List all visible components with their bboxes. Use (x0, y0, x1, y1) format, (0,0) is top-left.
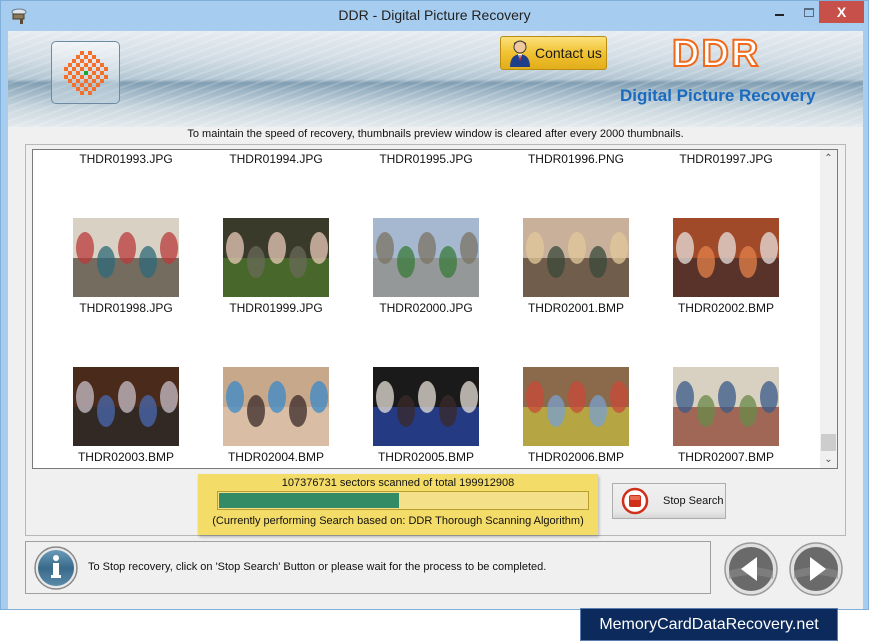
product-name: Digital Picture Recovery (620, 86, 816, 105)
thumbnail-item[interactable]: THDR01996.PNG (501, 152, 651, 166)
thumbnail-image (523, 367, 629, 446)
thumbnail-item[interactable]: THDR01993.JPG (51, 152, 201, 166)
thumbnail-image (373, 367, 479, 446)
scroll-down-icon[interactable]: ⌄ (820, 451, 837, 468)
thumbnail-item[interactable]: THDR01997.JPG (651, 152, 801, 166)
thumbnail-filename: THDR01997.JPG (679, 152, 773, 166)
thumbnail-image (73, 218, 179, 297)
thumbnail-filename: THDR02005.BMP (377, 450, 475, 464)
thumbnail-item[interactable]: THDR02002.BMP (651, 218, 801, 315)
thumbnail-item[interactable]: THDR02000.JPG (351, 218, 501, 315)
status-bar: To Stop recovery, click on 'Stop Search'… (25, 541, 711, 594)
thumbnail-item[interactable]: THDR02001.BMP (501, 218, 651, 315)
app-window: DDR - Digital Picture Recovery X Contact… (0, 0, 869, 610)
scan-progress-panel: 107376731 sectors scanned of total 19991… (198, 474, 598, 535)
stop-icon (621, 487, 649, 515)
thumbnail-filename: THDR02000.JPG (379, 301, 473, 315)
next-button[interactable] (788, 541, 844, 597)
thumbnail-filename: THDR02006.BMP (527, 450, 625, 464)
thumbnail-item[interactable]: THDR02003.BMP (51, 367, 201, 464)
thumbnail-filename: THDR02003.BMP (77, 450, 175, 464)
thumbnail-filename: THDR01993.JPG (79, 152, 173, 166)
sectors-scanned-text: 107376731 sectors scanned of total 19991… (281, 477, 515, 489)
thumbnail-image (673, 218, 779, 297)
maximize-icon (804, 7, 814, 17)
header-banner: Contact us DDR Digital Picture Recovery (8, 31, 863, 127)
thumbnail-item[interactable]: THDR02004.BMP (201, 367, 351, 464)
close-button[interactable]: X (819, 1, 864, 23)
thumbnail-image (223, 218, 329, 297)
stop-search-button[interactable]: Stop Search (612, 483, 726, 519)
thumbnail-preview-panel[interactable]: THDR01993.JPG THDR01994.JPG THDR01995.JPG T… (32, 149, 838, 469)
thumbnail-filename: THDR01996.PNG (527, 152, 625, 166)
algorithm-text: (Currently performing Search based on: D… (212, 515, 584, 527)
client-area: Contact us DDR Digital Picture Recovery … (8, 31, 863, 609)
thumbnail-item[interactable]: THDR02005.BMP (351, 367, 501, 464)
thumbnail-item[interactable]: THDR01998.JPG (51, 218, 201, 315)
website-watermark: MemoryCardDataRecovery.net (580, 608, 838, 641)
thumbnail-filename: THDR01995.JPG (379, 152, 473, 166)
thumbnail-image (673, 367, 779, 446)
contact-us-label: Contact us (535, 45, 602, 61)
thumbnail-filename: THDR02004.BMP (227, 450, 325, 464)
thumbnail-item[interactable]: THDR01994.JPG (201, 152, 351, 166)
vertical-scrollbar[interactable]: ⌃ ⌄ (820, 150, 837, 468)
thumbnail-filename: THDR02007.BMP (677, 450, 775, 464)
thumbnail-notice: To maintain the speed of recovery, thumb… (187, 128, 684, 140)
thumbnail-image (73, 367, 179, 446)
person-icon (510, 40, 530, 67)
progress-fill (219, 493, 399, 508)
thumbnail-filename: THDR01999.JPG (229, 301, 323, 315)
thumbnail-item[interactable]: THDR02006.BMP (501, 367, 651, 464)
ddr-logo-text: DDR (671, 32, 761, 76)
contact-us-button[interactable]: Contact us (500, 36, 607, 70)
minimize-icon (774, 14, 784, 16)
thumbnail-item[interactable]: THDR01999.JPG (201, 218, 351, 315)
stop-search-label: Stop Search (663, 495, 724, 507)
scroll-up-icon[interactable]: ⌃ (820, 150, 837, 167)
minimize-button[interactable] (766, 1, 792, 23)
thumbnail-filename: THDR01998.JPG (79, 301, 173, 315)
thumbnail-filename: THDR02002.BMP (677, 301, 775, 315)
thumbnail-filename: THDR02001.BMP (527, 301, 625, 315)
title-bar[interactable]: DDR - Digital Picture Recovery X (1, 1, 868, 31)
back-button[interactable] (723, 541, 779, 597)
thumbnail-image (223, 367, 329, 446)
scroll-thumb[interactable] (821, 434, 836, 451)
info-icon (34, 546, 78, 590)
thumbnail-filename: THDR01994.JPG (229, 152, 323, 166)
status-message: To Stop recovery, click on 'Stop Search'… (88, 561, 547, 573)
checker-logo-icon (63, 50, 108, 95)
scan-progress-bar (217, 491, 589, 510)
thumbnail-image (523, 218, 629, 297)
close-icon: X (836, 4, 847, 20)
thumbnail-item[interactable]: THDR02007.BMP (651, 367, 801, 464)
thumbnail-item[interactable]: THDR01995.JPG (351, 152, 501, 166)
window-title: DDR - Digital Picture Recovery (338, 7, 531, 23)
thumbnail-image (373, 218, 479, 297)
app-logo (51, 41, 120, 104)
